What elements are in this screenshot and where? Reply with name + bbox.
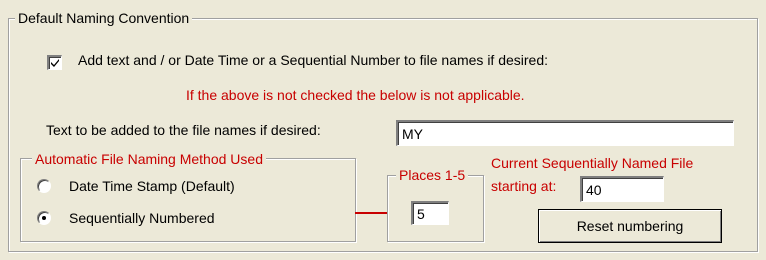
add-text-checkbox[interactable] bbox=[47, 55, 62, 70]
places-title: Places 1-5 bbox=[396, 166, 469, 184]
reset-numbering-button[interactable]: Reset numbering bbox=[538, 209, 722, 243]
radio-date-time-stamp-label[interactable]: Date Time Stamp (Default) bbox=[69, 177, 235, 195]
naming-method-group bbox=[20, 158, 356, 242]
places-input[interactable] bbox=[411, 201, 449, 225]
radio-date-time-stamp[interactable] bbox=[37, 179, 51, 193]
connector-line bbox=[355, 212, 387, 214]
radio-sequentially-numbered[interactable] bbox=[37, 211, 51, 225]
radio-selected-dot bbox=[42, 216, 46, 220]
checkmark-icon bbox=[51, 59, 59, 67]
naming-method-title: Automatic File Naming Method Used bbox=[32, 150, 266, 168]
naming-convention-title: Default Naming Convention bbox=[15, 9, 193, 27]
text-to-add-input[interactable] bbox=[396, 120, 734, 146]
text-to-add-label: Text to be added to the file names if de… bbox=[46, 122, 321, 138]
sequence-label-line2: starting at: bbox=[491, 178, 557, 194]
radio-sequentially-numbered-label[interactable]: Sequentially Numbered bbox=[69, 209, 215, 227]
sequence-label-line1: Current Sequentially Named File bbox=[491, 155, 694, 171]
not-applicable-warning: If the above is not checked the below is… bbox=[186, 87, 525, 103]
sequence-start-input[interactable] bbox=[580, 176, 664, 202]
add-text-checkbox-label[interactable]: Add text and / or Date Time or a Sequent… bbox=[78, 51, 548, 69]
